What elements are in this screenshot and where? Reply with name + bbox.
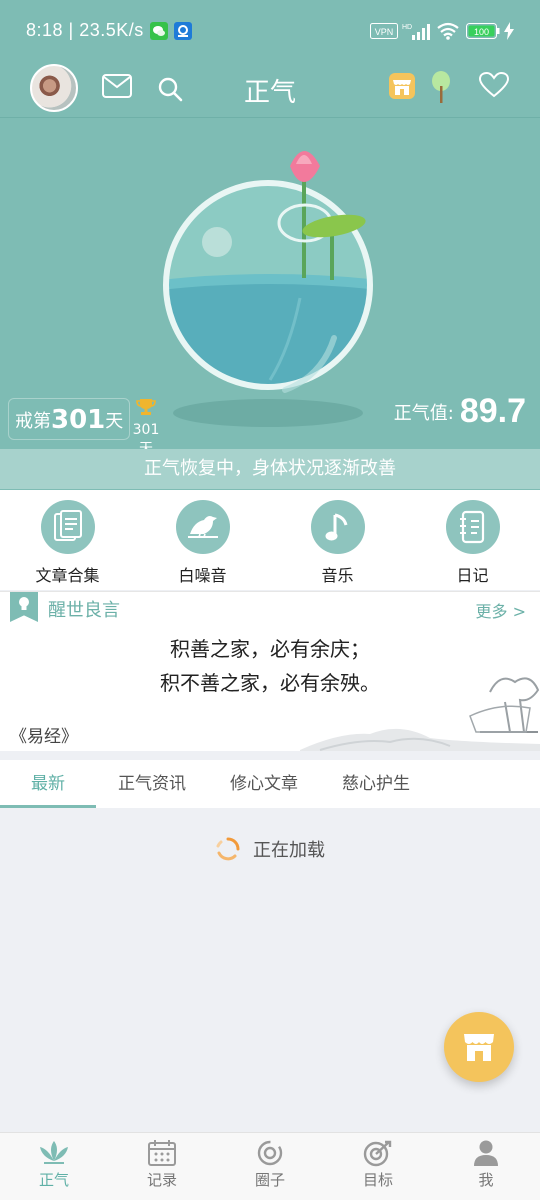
feature-music[interactable]: 音乐 <box>278 490 398 590</box>
status-time: 8:18 | 23.5K/s <box>26 20 144 40</box>
nav-item-circle[interactable]: 圈子 <box>216 1133 324 1200</box>
notebook-icon <box>459 510 484 544</box>
shop-fab-button[interactable] <box>444 1012 514 1082</box>
score-display: 正气值: 89.7 <box>394 392 526 431</box>
vpn-icon: VPN <box>370 23 398 39</box>
feature-white-noise[interactable]: 白噪音 <box>143 490 263 590</box>
page-title: 正气 <box>243 78 296 108</box>
nav-item-me[interactable]: 我 <box>432 1133 540 1200</box>
nav-item-records[interactable]: 记录 <box>108 1133 216 1200</box>
calendar-icon <box>148 1140 176 1166</box>
charging-icon <box>504 22 514 40</box>
quote-card[interactable]: 醒世良言 更多 > 积善之家，必有余庆； 积不善之家，必有余殃。 《易经》 <box>0 591 540 751</box>
feature-label: 白噪音 <box>178 566 227 585</box>
tree-icon[interactable] <box>430 70 452 104</box>
svg-text:HD: HD <box>402 24 412 31</box>
trophy-icon <box>136 399 156 415</box>
score-label: 正气值: <box>393 403 454 424</box>
streak-days: 301 <box>51 405 106 435</box>
person-icon <box>474 1140 498 1166</box>
document-icon <box>53 510 82 541</box>
quote-more-link[interactable]: 更多 > <box>476 598 527 622</box>
lightbulb-icon <box>19 597 29 610</box>
feature-label: 日记 <box>456 566 489 585</box>
battery-icon: 100 <box>466 23 500 39</box>
nav-item-zhengqi[interactable]: 正气 <box>0 1133 108 1200</box>
streak-suffix: 天 <box>105 411 124 432</box>
app-bar: 正气 <box>0 62 540 118</box>
landscape-illustration <box>300 677 540 751</box>
loading-indicator: 正在加载 <box>0 836 540 862</box>
feature-diary[interactable]: 日记 <box>413 490 533 590</box>
quote-line-1: 积善之家，必有余庆； <box>170 637 370 661</box>
tab-news[interactable]: 正气资讯 <box>96 760 208 808</box>
shop-icon <box>464 1034 494 1061</box>
tab-latest[interactable]: 最新 <box>0 760 96 808</box>
tab-compassion[interactable]: 慈心护生 <box>320 760 432 808</box>
music-note-icon <box>325 513 347 541</box>
bird-icon <box>187 516 218 538</box>
loading-text: 正在加载 <box>253 840 325 861</box>
feature-label: 音乐 <box>321 566 354 585</box>
heart-icon[interactable] <box>479 72 509 98</box>
wifi-icon <box>437 22 459 40</box>
streak-counter: 戒第 301 天 <box>8 398 131 440</box>
streak-prefix: 戒第 <box>15 411 51 432</box>
app-icon <box>174 22 192 40</box>
bottom-nav: 正气 记录 圈子 目标 我 <box>0 1132 540 1200</box>
nav-label: 正气 <box>38 1171 69 1189</box>
svg-text:VPN: VPN <box>375 27 394 37</box>
nav-label: 记录 <box>146 1171 177 1189</box>
target-icon <box>363 1140 392 1167</box>
spinner-icon <box>216 837 240 861</box>
quote-source: 《易经》 <box>10 727 78 747</box>
tab-articles[interactable]: 修心文章 <box>208 760 320 808</box>
feature-articles[interactable]: 文章合集 <box>8 490 128 590</box>
nav-item-goals[interactable]: 目标 <box>324 1133 432 1200</box>
bookmark-icon <box>10 592 38 622</box>
shop-icon[interactable] <box>388 72 416 100</box>
signal-icon: HD <box>402 24 430 40</box>
feature-row: 文章合集 白噪音 音乐 日记 <box>0 490 540 590</box>
nav-label: 目标 <box>362 1171 393 1189</box>
wechat-icon <box>150 22 168 40</box>
quote-section-title: 醒世良言 <box>48 600 120 621</box>
score-value: 89.7 <box>459 392 526 430</box>
recovery-status: 正气恢复中，身体状况逐渐改善 <box>0 449 540 489</box>
nav-label: 我 <box>478 1171 494 1189</box>
lotus-icon <box>40 1141 68 1164</box>
svg-text:100: 100 <box>474 27 489 37</box>
status-bar: 8:18 | 23.5K/s VPN HD 100 <box>0 0 540 62</box>
content-tabs: 最新 正气资讯 修心文章 慈心护生 <box>0 760 540 808</box>
feature-label: 文章合集 <box>35 566 100 585</box>
hero-section: 8:18 | 23.5K/s VPN HD 100 正气 戒第 301 天 30… <box>0 0 540 490</box>
nav-label: 圈子 <box>254 1171 285 1189</box>
circle-icon <box>257 1140 283 1166</box>
